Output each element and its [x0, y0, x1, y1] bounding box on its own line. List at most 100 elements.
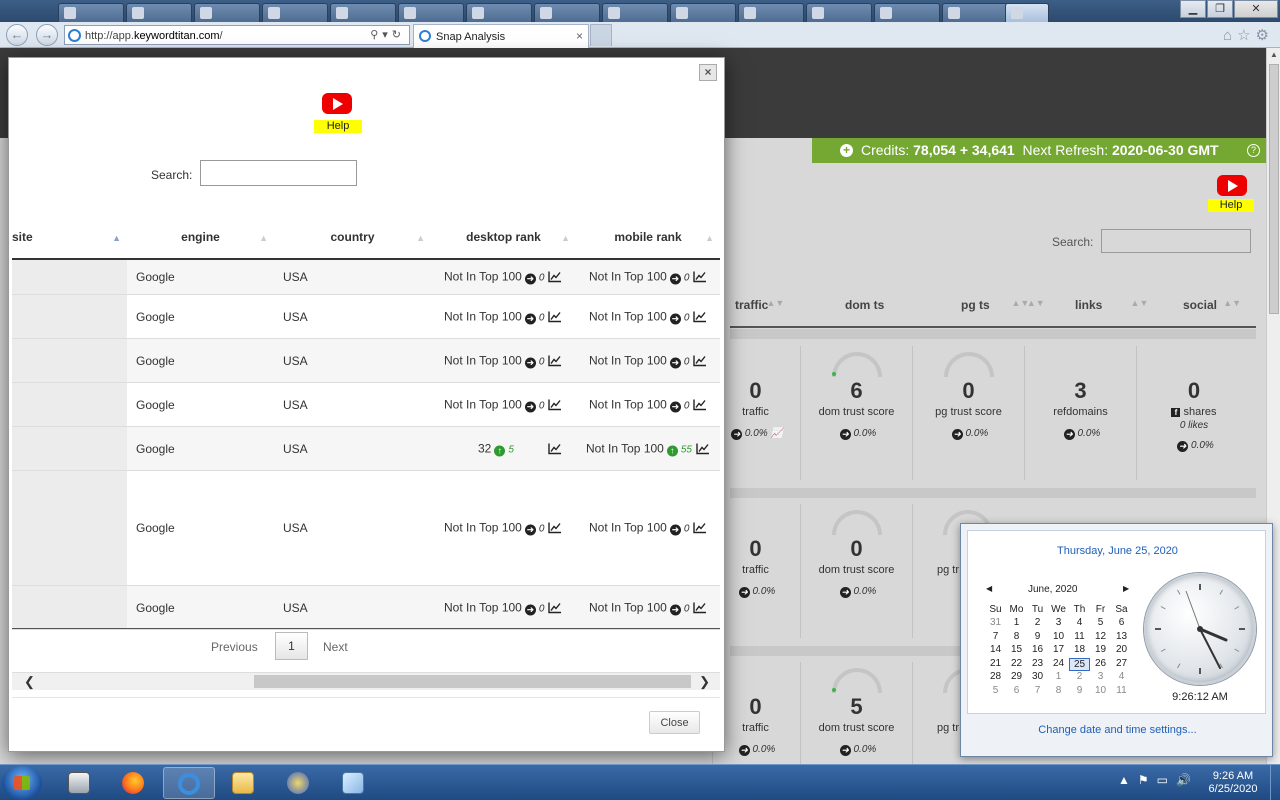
- calendar-day[interactable]: 1: [1048, 671, 1069, 682]
- scrollbar-thumb[interactable]: [1269, 64, 1279, 314]
- calendar-day[interactable]: 25: [1069, 657, 1090, 671]
- calendar-day[interactable]: 24: [1048, 658, 1069, 669]
- close-window-icon[interactable]: ✕: [1234, 0, 1278, 18]
- calendar-day[interactable]: 7: [1027, 685, 1048, 696]
- show-desktop-button[interactable]: [1270, 765, 1280, 800]
- trend-chart-icon[interactable]: [693, 310, 707, 322]
- calendar-day[interactable]: 13: [1111, 631, 1132, 642]
- previous-month-icon[interactable]: ◀: [986, 584, 992, 593]
- pagination-next[interactable]: Next: [323, 640, 348, 654]
- background-tab[interactable]: [806, 3, 872, 22]
- calendar-day[interactable]: 9: [1069, 685, 1090, 696]
- background-tab[interactable]: [738, 3, 804, 22]
- calendar-day[interactable]: 5: [1090, 617, 1111, 628]
- calendar-day[interactable]: 17: [1048, 644, 1069, 655]
- scroll-up-icon[interactable]: ▲: [1269, 50, 1279, 60]
- column-header-site[interactable]: site ▲: [12, 220, 127, 258]
- trend-chart-icon[interactable]: [548, 398, 562, 410]
- calendar-day[interactable]: 23: [1027, 658, 1048, 669]
- taskbar-firefox[interactable]: [108, 767, 160, 799]
- calendar-day[interactable]: 10: [1090, 685, 1111, 696]
- forward-icon[interactable]: →: [36, 24, 58, 46]
- trend-chart-icon[interactable]: [548, 310, 562, 322]
- calendar-day[interactable]: 9: [1027, 631, 1048, 642]
- background-tab[interactable]: [330, 3, 396, 22]
- calendar-day[interactable]: 6: [1111, 617, 1132, 628]
- tab-snap-analysis[interactable]: Snap Analysis ×: [413, 24, 589, 48]
- background-tab[interactable]: [126, 3, 192, 22]
- trend-chart-icon[interactable]: [693, 354, 707, 366]
- next-month-icon[interactable]: ▶: [1123, 584, 1129, 593]
- pagination-previous[interactable]: Previous: [211, 640, 258, 654]
- new-tab-button[interactable]: [590, 24, 612, 46]
- trend-chart-icon[interactable]: [548, 271, 562, 283]
- trend-chart-icon[interactable]: [693, 271, 707, 283]
- calendar-day[interactable]: 29: [1006, 671, 1027, 682]
- trend-chart-icon[interactable]: [693, 522, 707, 534]
- minimize-icon[interactable]: ▁: [1180, 0, 1206, 18]
- background-tab[interactable]: [874, 3, 940, 22]
- month-label[interactable]: June, 2020: [1028, 584, 1078, 595]
- calendar-day[interactable]: 26: [1090, 658, 1111, 669]
- background-tab[interactable]: [398, 3, 464, 22]
- full-date-link[interactable]: Thursday, June 25, 2020: [968, 545, 1267, 557]
- trend-chart-icon[interactable]: [548, 442, 562, 454]
- background-tab[interactable]: [194, 3, 260, 22]
- calendar-day[interactable]: 20: [1111, 644, 1132, 655]
- background-tab[interactable]: [466, 3, 532, 22]
- pagination-page-1[interactable]: 1: [275, 632, 308, 660]
- calendar-day[interactable]: 2: [1027, 617, 1048, 628]
- calendar-day[interactable]: 16: [1027, 644, 1048, 655]
- background-tab[interactable]: [942, 3, 1008, 22]
- add-credits-icon[interactable]: +: [840, 144, 853, 157]
- column-header-pg-ts[interactable]: pg ts ▲▼: [961, 298, 1045, 312]
- background-tab[interactable]: [262, 3, 328, 22]
- column-header-links[interactable]: links ▲▼: [1075, 298, 1148, 312]
- calendar-day[interactable]: 10: [1048, 631, 1069, 642]
- close-button[interactable]: Close: [649, 711, 700, 734]
- background-tab[interactable]: [670, 3, 736, 22]
- calendar-day[interactable]: 6: [1006, 685, 1027, 696]
- background-tab[interactable]: [58, 3, 124, 22]
- taskbar-calculator[interactable]: [54, 767, 106, 799]
- column-header-country[interactable]: country ▲: [274, 220, 431, 258]
- calendar-day[interactable]: 30: [1027, 671, 1048, 682]
- calendar-day[interactable]: 22: [1006, 658, 1027, 669]
- taskbar-file-explorer[interactable]: [218, 767, 270, 799]
- address-bar[interactable]: http://app.keywordtitan.com/ ⚲▾↻: [64, 25, 410, 45]
- background-tab[interactable]: [602, 3, 668, 22]
- calendar-day[interactable]: 28: [985, 671, 1006, 682]
- calendar-day[interactable]: 7: [985, 631, 1006, 642]
- background-tab[interactable]: [534, 3, 600, 22]
- background-tab[interactable]: [1005, 3, 1049, 22]
- search-input[interactable]: [200, 160, 357, 186]
- column-header-traffic[interactable]: traffic ▲▼: [735, 298, 784, 312]
- trend-chart-icon[interactable]: [548, 522, 562, 534]
- trend-chart-icon[interactable]: [693, 398, 707, 410]
- help-question-icon[interactable]: ?: [1247, 144, 1260, 157]
- search-refresh-icons[interactable]: ⚲▾↻: [370, 28, 405, 41]
- calendar-day[interactable]: 31: [985, 617, 1006, 628]
- back-icon[interactable]: ←: [6, 24, 28, 46]
- change-date-time-settings-link[interactable]: Change date and time settings...: [961, 724, 1274, 736]
- calendar-day[interactable]: 3: [1048, 617, 1069, 628]
- calendar-day[interactable]: 27: [1111, 658, 1132, 669]
- column-header-engine[interactable]: engine ▲: [127, 220, 274, 258]
- calendar-day[interactable]: 14: [985, 644, 1006, 655]
- help-label[interactable]: Help: [1208, 199, 1254, 212]
- calendar-day[interactable]: 5: [985, 685, 1006, 696]
- close-tab-icon[interactable]: ×: [576, 29, 583, 43]
- calendar-day[interactable]: 11: [1111, 685, 1132, 696]
- help-label[interactable]: Help: [314, 120, 362, 133]
- calendar-day[interactable]: 8: [1006, 631, 1027, 642]
- calendar-day[interactable]: 2: [1069, 671, 1090, 682]
- home-favorites-settings-icons[interactable]: ⌂☆⚙: [1223, 26, 1274, 44]
- youtube-icon[interactable]: [322, 93, 352, 114]
- column-header-social[interactable]: social ▲▼: [1183, 298, 1241, 312]
- scrollbar-thumb[interactable]: [254, 675, 691, 688]
- start-button[interactable]: [2, 766, 42, 800]
- table-horizontal-scrollbar[interactable]: ❮ ❯: [12, 672, 720, 690]
- calendar-day[interactable]: 11: [1069, 631, 1090, 642]
- trend-chart-icon[interactable]: [548, 354, 562, 366]
- trend-chart-icon[interactable]: [693, 601, 707, 613]
